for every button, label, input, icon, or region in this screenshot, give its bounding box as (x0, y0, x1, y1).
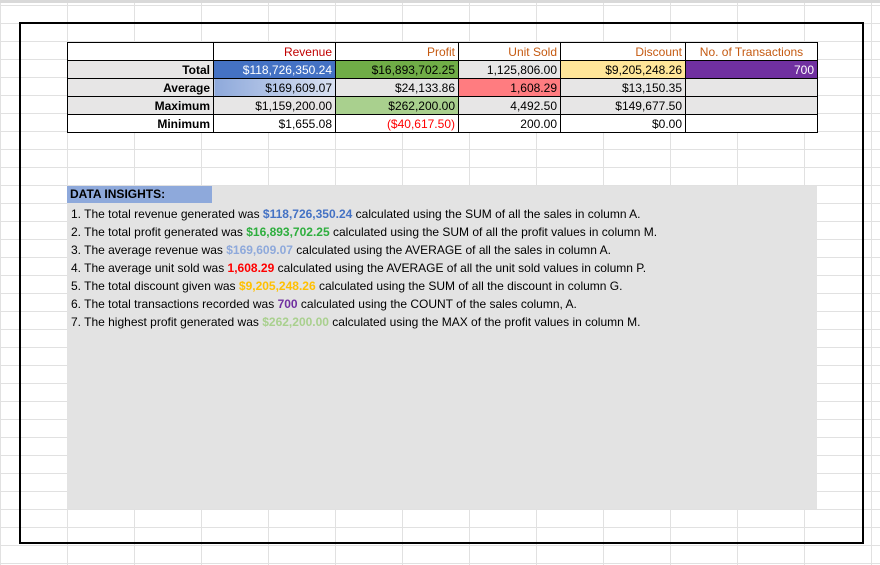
minimum-profit-cell[interactable]: ($40,617.50) (335, 114, 459, 133)
insight-text: 6. The total transactions recorded was (71, 297, 278, 311)
insight-value: $118,726,350.24 (262, 207, 353, 221)
minimum-transactions-cell[interactable] (685, 114, 818, 133)
insight-text: calculated using the AVERAGE of all the … (292, 243, 611, 257)
toolbar-edge (0, 0, 880, 3)
insight-line-4[interactable]: 4. The average unit sold was 1,608.29 ca… (71, 259, 646, 277)
total-unit-sold-cell[interactable]: 1,125,806.00 (458, 60, 561, 79)
insight-value: 1,608.29 (227, 261, 275, 275)
header-revenue[interactable]: Revenue (213, 42, 336, 61)
insight-text: calculated using the SUM of all the disc… (315, 279, 623, 293)
minimum-revenue-cell[interactable]: $1,655.08 (213, 114, 336, 133)
insight-text: calculated using the SUM of all the prof… (329, 225, 658, 239)
insight-text: calculated using the SUM of all the sale… (352, 207, 641, 221)
insight-value: $16,893,702.25 (246, 225, 330, 239)
total-transactions-cell[interactable]: 700 (685, 60, 818, 79)
table-row-average: Average $169,609.07 $24,133.86 1,608.29 … (67, 78, 818, 97)
insight-line-5[interactable]: 5. The total discount given was $9,205,2… (71, 277, 622, 295)
maximum-unit-sold-cell[interactable]: 4,492.50 (458, 96, 561, 115)
insight-line-1[interactable]: 1. The total revenue generated was $118,… (71, 205, 641, 223)
insight-value: 700 (277, 297, 298, 311)
row-label-total[interactable]: Total (67, 60, 214, 79)
header-profit[interactable]: Profit (335, 42, 459, 61)
minimum-unit-sold-cell[interactable]: 200.00 (458, 114, 561, 133)
insight-text: calculated using the MAX of the profit v… (328, 315, 641, 329)
row-label-average[interactable]: Average (67, 78, 214, 97)
table-row-maximum: Maximum $1,159,200.00 $262,200.00 4,492.… (67, 96, 818, 115)
insights-title[interactable]: DATA INSIGHTS: (67, 186, 212, 203)
average-unit-sold-cell[interactable]: 1,608.29 (458, 78, 561, 97)
total-profit-cell[interactable]: $16,893,702.25 (335, 60, 459, 79)
maximum-revenue-cell[interactable]: $1,159,200.00 (213, 96, 336, 115)
table-row-minimum: Minimum $1,655.08 ($40,617.50) 200.00 $0… (67, 114, 818, 133)
insight-text: calculated using the COUNT of the sales … (297, 297, 577, 311)
total-discount-cell[interactable]: $9,205,248.26 (560, 60, 686, 79)
header-discount[interactable]: Discount (560, 42, 686, 61)
total-revenue-cell[interactable]: $118,726,350.24 (213, 60, 336, 79)
insight-line-6[interactable]: 6. The total transactions recorded was 7… (71, 295, 577, 313)
row-label-maximum[interactable]: Maximum (67, 96, 214, 115)
summary-table: Revenue Profit Unit Sold Discount No. of… (67, 42, 818, 133)
maximum-transactions-cell[interactable] (685, 96, 818, 115)
header-transactions[interactable]: No. of Transactions (685, 42, 818, 61)
average-revenue-cell[interactable]: $169,609.07 (213, 78, 336, 97)
insight-line-3[interactable]: 3. The average revenue was $169,609.07 c… (71, 241, 611, 259)
minimum-discount-cell[interactable]: $0.00 (560, 114, 686, 133)
table-row-total: Total $118,726,350.24 $16,893,702.25 1,1… (67, 60, 818, 79)
header-unit-sold[interactable]: Unit Sold (458, 42, 561, 61)
insight-text: 7. The highest profit generated was (71, 315, 263, 329)
insight-text: 4. The average unit sold was (71, 261, 228, 275)
insight-text: 3. The average revenue was (71, 243, 227, 257)
insight-text: 1. The total revenue generated was (71, 207, 263, 221)
table-header-row: Revenue Profit Unit Sold Discount No. of… (67, 42, 818, 61)
average-profit-cell[interactable]: $24,133.86 (335, 78, 459, 97)
insight-value: $9,205,248.26 (238, 279, 316, 293)
insight-value: $169,609.07 (226, 243, 293, 257)
maximum-profit-cell[interactable]: $262,200.00 (335, 96, 459, 115)
insight-value: $262,200.00 (262, 315, 329, 329)
insight-text: 5. The total discount given was (71, 279, 239, 293)
insight-line-2[interactable]: 2. The total profit generated was $16,89… (71, 223, 657, 241)
average-transactions-cell[interactable] (685, 78, 818, 97)
row-label-minimum[interactable]: Minimum (67, 114, 214, 133)
insight-text: 2. The total profit generated was (71, 225, 247, 239)
average-discount-cell[interactable]: $13,150.35 (560, 78, 686, 97)
insight-text: calculated using the AVERAGE of all the … (274, 261, 647, 275)
header-corner-cell[interactable] (67, 42, 214, 61)
insight-line-7[interactable]: 7. The highest profit generated was $262… (71, 313, 640, 331)
maximum-discount-cell[interactable]: $149,677.50 (560, 96, 686, 115)
